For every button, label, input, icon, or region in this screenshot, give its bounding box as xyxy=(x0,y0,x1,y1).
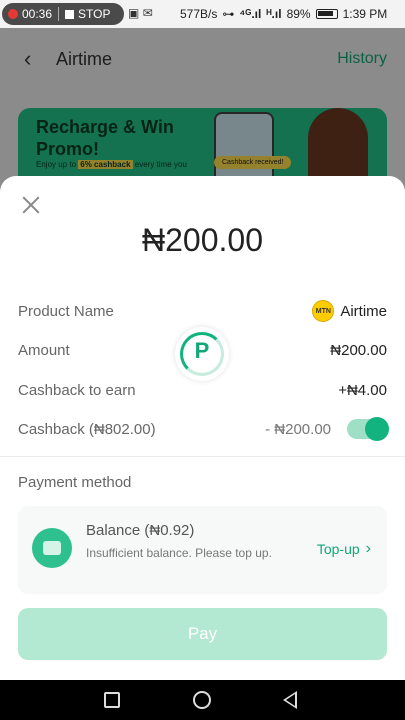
payment-amount: ₦200.00 xyxy=(142,222,263,258)
balance-title: Balance (₦0.92) xyxy=(86,522,195,539)
product-name: Airtime xyxy=(340,302,387,320)
row-value: - ₦200.00 xyxy=(265,417,389,441)
battery-icon xyxy=(315,9,338,19)
signal-icon-2: ᴴ.ıl xyxy=(266,7,282,21)
pay-button[interactable]: Pay xyxy=(18,608,387,660)
loading-spinner: P xyxy=(175,327,229,381)
back-icon[interactable] xyxy=(283,691,297,709)
cashback-toggle[interactable] xyxy=(347,417,389,441)
row-label: Cashback to earn xyxy=(18,381,136,399)
close-icon[interactable] xyxy=(20,194,42,216)
product-name-row: Product Name MTN Airtime xyxy=(18,299,387,323)
row-value: MTN Airtime xyxy=(312,300,387,322)
topup-label: Top-up xyxy=(316,541,360,557)
screen-recorder-pill[interactable]: 00:36 STOP xyxy=(2,3,124,25)
mtn-logo-icon: MTN xyxy=(312,300,335,322)
record-dot-icon xyxy=(8,9,18,19)
topup-link[interactable]: Top-up › xyxy=(317,540,371,558)
record-time: 00:36 xyxy=(22,7,53,21)
wallet-icon xyxy=(32,528,72,568)
notification-icons: ▣ ✉ xyxy=(128,6,153,20)
divider xyxy=(58,7,60,21)
cashback-deduction: - ₦200.00 xyxy=(265,420,331,438)
battery-percent: 89% xyxy=(286,7,311,21)
cashback-earn-row: Cashback to earn +₦4.00 xyxy=(18,378,387,402)
palmpay-logo-icon: P xyxy=(194,338,210,363)
net-speed: 577B/s xyxy=(180,7,218,21)
balance-option[interactable]: Balance (₦0.92) Insufficient balance. Pl… xyxy=(18,506,387,594)
balance-subtitle: Insufficient balance. Please top up. xyxy=(86,546,272,560)
chevron-right-icon: › xyxy=(365,540,371,557)
status-right: 577B/s ⊶ ⁴ᴳ.ıl ᴴ.ıl 89% 1:39 PM xyxy=(180,7,387,21)
cashback-earn-value: +₦4.00 xyxy=(338,381,387,399)
row-label: Amount xyxy=(18,341,70,359)
recents-icon[interactable] xyxy=(104,692,120,708)
navigation-bar xyxy=(0,680,405,720)
status-bar: 00:36 STOP ▣ ✉ 577B/s ⊶ ⁴ᴳ.ıl ᴴ.ıl 89% 1… xyxy=(0,0,405,28)
divider xyxy=(0,456,405,457)
payment-method-label: Payment method xyxy=(18,474,132,491)
row-label: Product Name xyxy=(18,302,114,320)
signal-icon: ⁴ᴳ.ıl xyxy=(239,7,262,21)
home-icon[interactable] xyxy=(193,691,211,709)
key-icon: ⊶ xyxy=(222,7,235,21)
clock: 1:39 PM xyxy=(342,7,388,21)
payment-sheet: ₦200.00 Product Name MTN Airtime Amount … xyxy=(0,176,405,680)
cashback-use-row: Cashback (₦802.00) - ₦200.00 xyxy=(18,417,389,441)
amount-value: ₦200.00 xyxy=(330,341,387,359)
stop-label[interactable]: STOP xyxy=(78,7,110,21)
row-label: Cashback (₦802.00) xyxy=(18,420,156,438)
stop-icon xyxy=(65,9,75,19)
